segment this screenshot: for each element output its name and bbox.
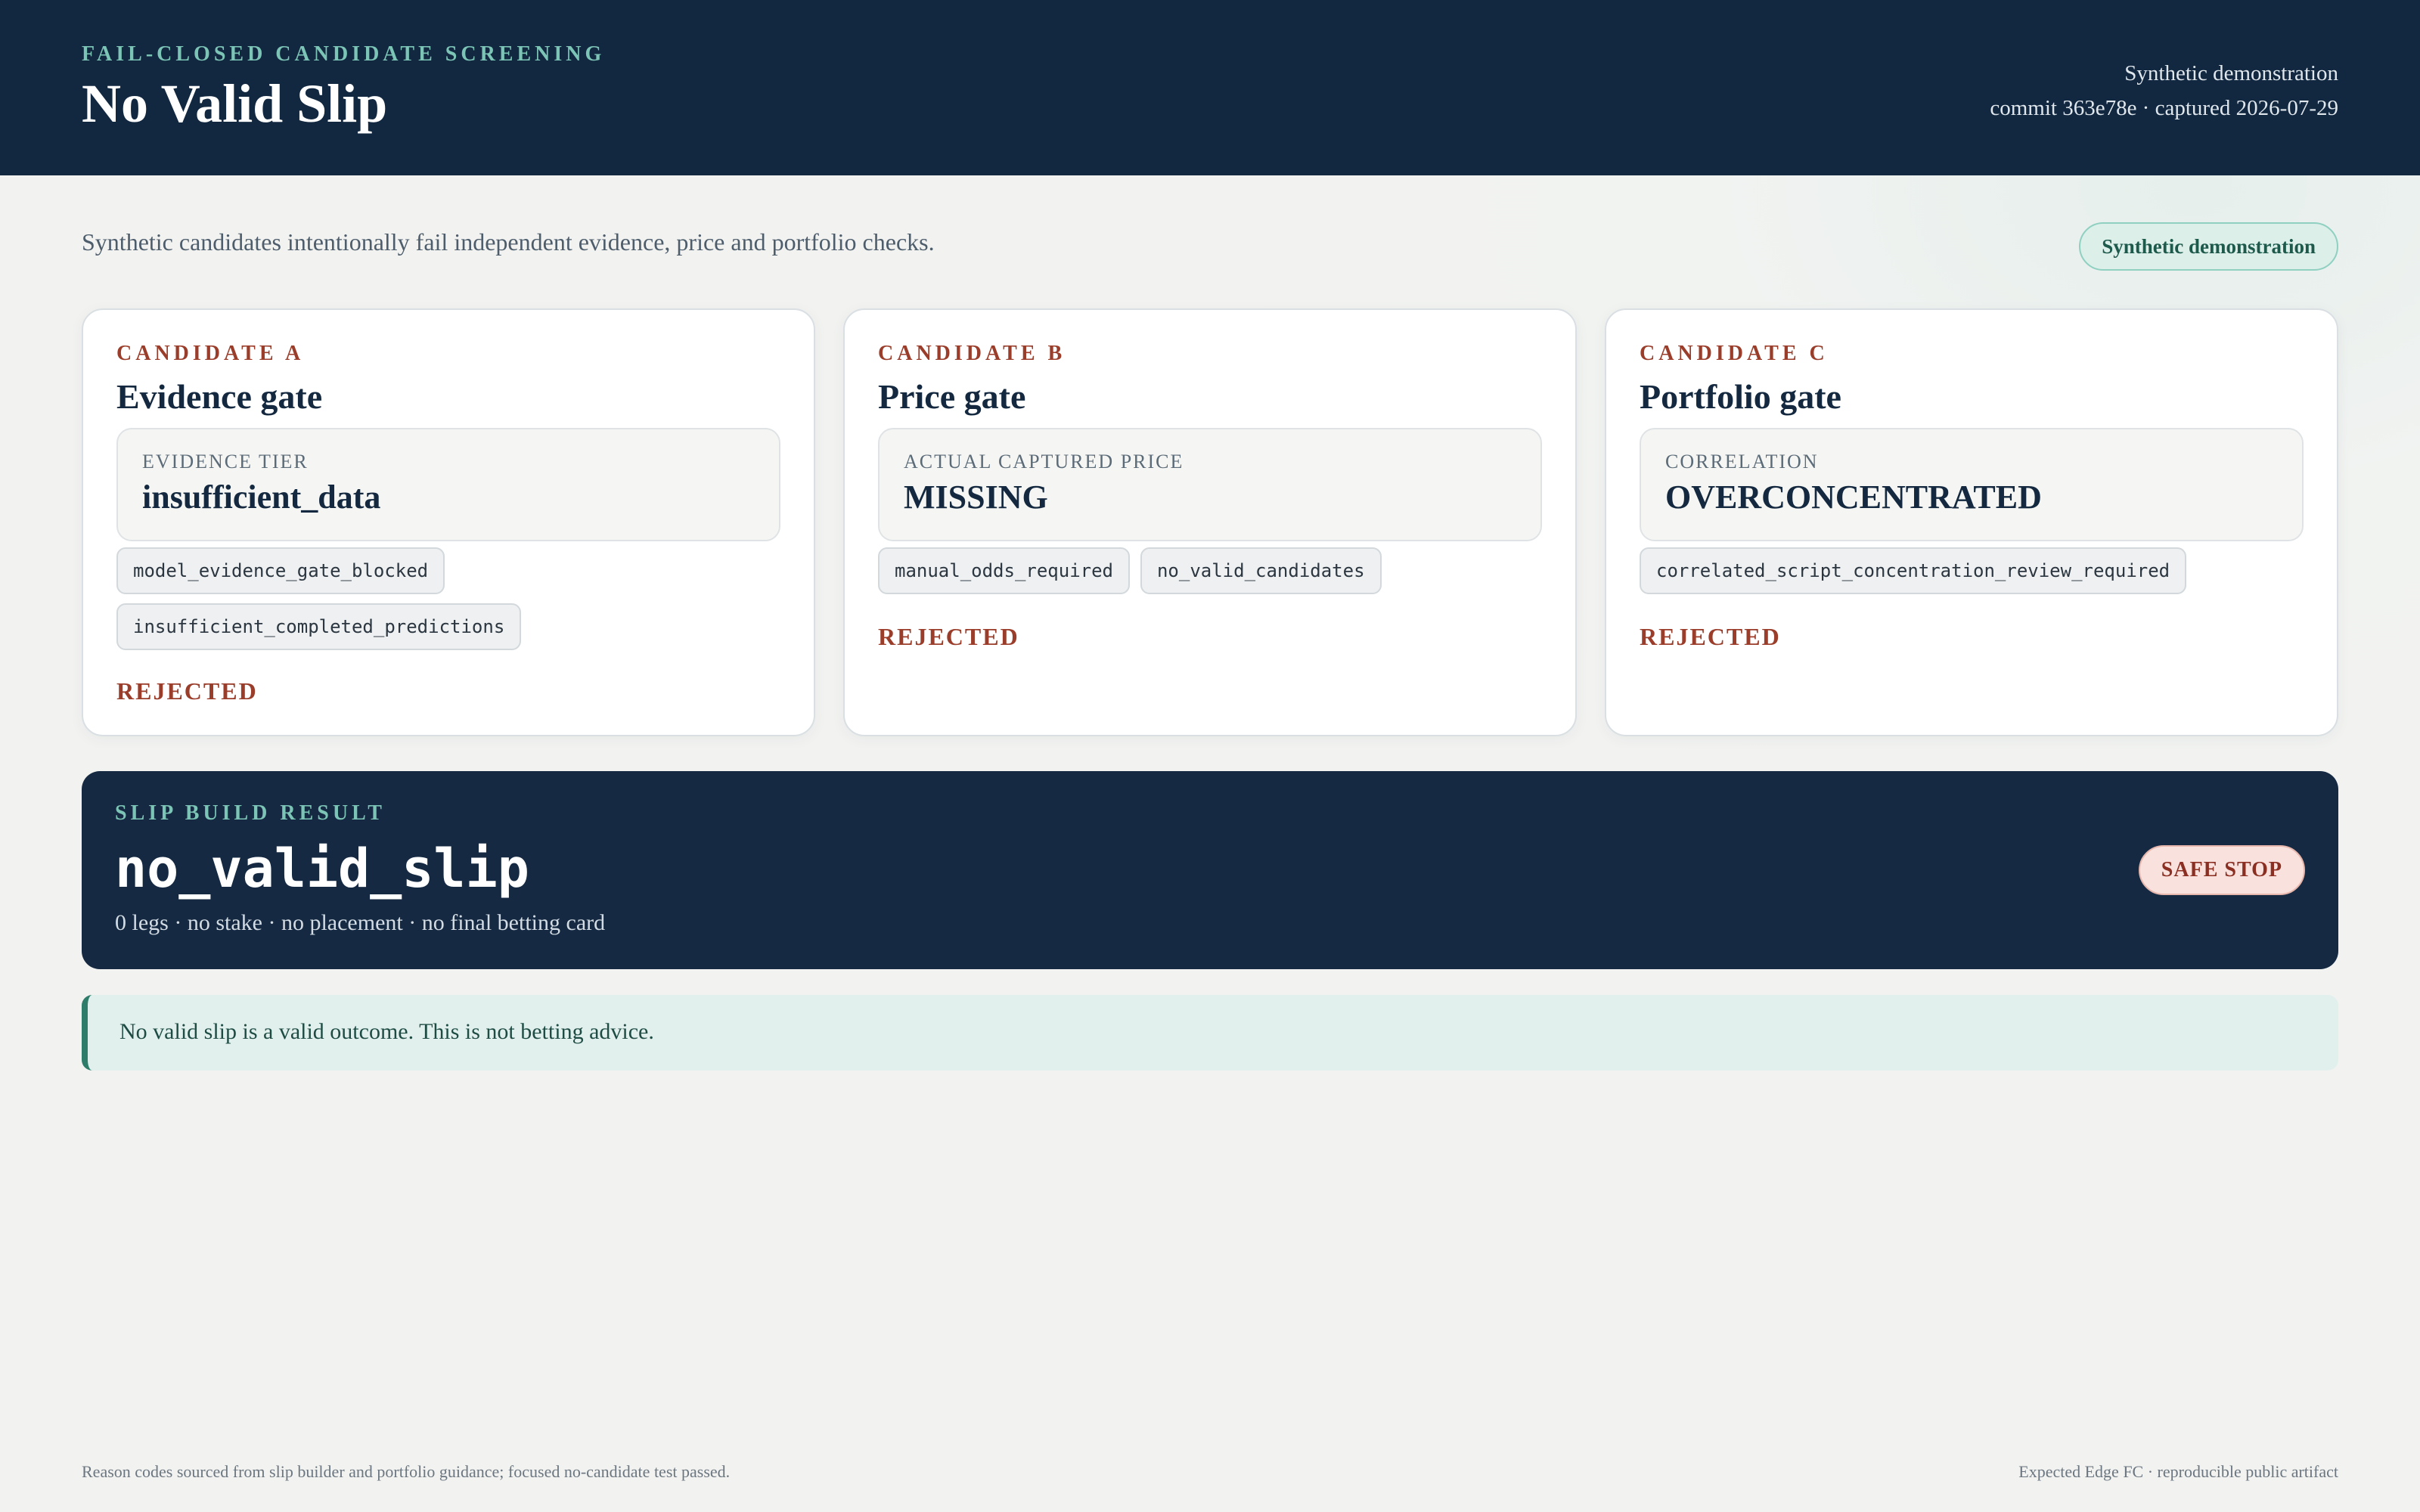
reason-code: manual_odds_required bbox=[878, 547, 1130, 594]
slip-result-panel: SLIP BUILD RESULT no_valid_slip 0 legs ·… bbox=[82, 771, 2338, 969]
reason-code: model_evidence_gate_blocked bbox=[116, 547, 445, 594]
page-header: FAIL-CLOSED CANDIDATE SCREENING No Valid… bbox=[0, 0, 2420, 175]
candidate-card-b: CANDIDATE B Price gate ACTUAL CAPTURED P… bbox=[843, 308, 1577, 736]
metric-value: insufficient_data bbox=[142, 479, 381, 516]
page-title: No Valid Slip bbox=[82, 73, 388, 134]
footer-source-note: Reason codes sourced from slip builder a… bbox=[82, 1462, 731, 1481]
reason-codes: manual_odds_required no_valid_candidates bbox=[878, 547, 1542, 603]
header-meta-commit: commit 363e78e · captured 2026-07-29 bbox=[1990, 96, 2338, 120]
intro-text: Synthetic candidates intentionally fail … bbox=[82, 228, 935, 256]
candidate-card-a: CANDIDATE A Evidence gate EVIDENCE TIER … bbox=[82, 308, 815, 736]
advice-notice: No valid slip is a valid outcome. This i… bbox=[82, 995, 2338, 1070]
reason-code: correlated_script_concentration_review_r… bbox=[1640, 547, 2187, 594]
card-label: CANDIDATE C bbox=[1640, 342, 1829, 365]
header-meta: Synthetic demonstration commit 363e78e ·… bbox=[1990, 56, 2338, 125]
notice-text: No valid slip is a valid outcome. This i… bbox=[119, 1019, 654, 1044]
result-label: SLIP BUILD RESULT bbox=[115, 801, 386, 825]
reason-code: no_valid_candidates bbox=[1140, 547, 1382, 594]
card-title: Portfolio gate bbox=[1640, 377, 1841, 416]
reason-codes: model_evidence_gate_blocked insufficient… bbox=[116, 547, 780, 659]
card-label: CANDIDATE A bbox=[116, 342, 305, 365]
card-title: Evidence gate bbox=[116, 377, 323, 416]
metric-box: CORRELATION OVERCONCENTRATED bbox=[1640, 428, 2304, 541]
card-label: CANDIDATE B bbox=[878, 342, 1066, 365]
reason-codes: correlated_script_concentration_review_r… bbox=[1640, 547, 2304, 603]
result-summary: 0 legs · no stake · no placement · no fi… bbox=[115, 910, 606, 935]
status-badge: REJECTED bbox=[1640, 623, 1781, 650]
metric-label: EVIDENCE TIER bbox=[142, 451, 309, 472]
safe-stop-badge: SAFE STOP bbox=[2138, 845, 2305, 895]
metric-box: ACTUAL CAPTURED PRICE MISSING bbox=[878, 428, 1542, 541]
metric-label: CORRELATION bbox=[1665, 451, 1819, 472]
metric-value: MISSING bbox=[904, 479, 1048, 516]
metric-label: ACTUAL CAPTURED PRICE bbox=[904, 451, 1184, 472]
status-badge: REJECTED bbox=[878, 623, 1019, 650]
footer-credit: Expected Edge FC · reproducible public a… bbox=[2018, 1462, 2338, 1481]
metric-box: EVIDENCE TIER insufficient_data bbox=[116, 428, 780, 541]
status-badge: REJECTED bbox=[116, 677, 258, 705]
reason-code: insufficient_completed_predictions bbox=[116, 603, 522, 650]
metric-value: OVERCONCENTRATED bbox=[1665, 479, 2042, 516]
page-eyebrow: FAIL-CLOSED CANDIDATE SCREENING bbox=[82, 42, 606, 66]
candidate-card-c: CANDIDATE C Portfolio gate CORRELATION O… bbox=[1605, 308, 2338, 736]
demo-badge: Synthetic demonstration bbox=[2079, 222, 2338, 271]
header-meta-mode: Synthetic demonstration bbox=[2124, 61, 2338, 85]
result-value: no_valid_slip bbox=[115, 838, 529, 900]
card-title: Price gate bbox=[878, 377, 1026, 416]
